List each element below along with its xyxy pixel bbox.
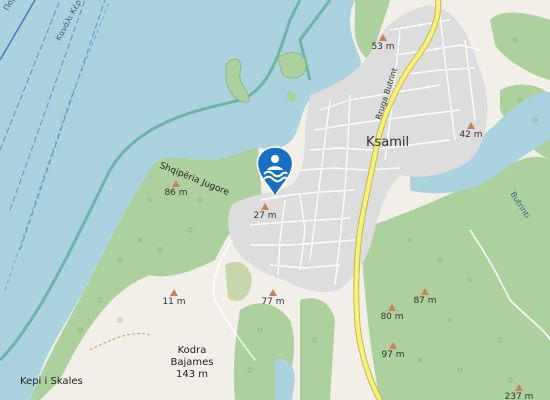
peak-label: 86 m xyxy=(161,180,191,199)
place-label-kepi-skales: Kepi i Skales xyxy=(20,376,83,387)
peak-icon xyxy=(379,34,387,41)
swimming-icon xyxy=(256,146,294,198)
peak-label: 53 m xyxy=(368,34,398,53)
peak-label: 77 m xyxy=(258,289,288,308)
peak-icon xyxy=(172,180,180,187)
peak-icon xyxy=(269,289,277,296)
peak-label: 237 m xyxy=(502,384,536,400)
peak-icon xyxy=(389,342,397,349)
peak-label: 80 m xyxy=(377,304,407,323)
beach-marker[interactable] xyxy=(255,146,295,198)
peak-icon xyxy=(170,289,178,296)
peak-label: 27 m xyxy=(250,203,280,222)
peak-label: 11 m xyxy=(159,289,189,308)
peak-label: 87 m xyxy=(410,288,440,307)
peak-icon xyxy=(388,304,396,311)
peak-icon xyxy=(515,384,523,391)
island xyxy=(277,51,307,79)
peak-icon xyxy=(261,203,269,210)
peak-kodra-bajames: Kodra Bajames 143 m xyxy=(170,345,214,380)
peak-icon xyxy=(467,122,475,129)
peak-icon xyxy=(421,288,429,295)
peak-label: 42 m xyxy=(456,122,486,141)
peak-label: 97 m xyxy=(378,342,408,361)
town-label-ksamil[interactable]: Ksamil xyxy=(366,135,409,150)
forest-area xyxy=(300,298,335,400)
map-tiles xyxy=(0,0,550,400)
map-canvas[interactable]: Πορθμ Κανάλι Κέρ Shqipëria Jugore Rruga … xyxy=(0,0,550,400)
